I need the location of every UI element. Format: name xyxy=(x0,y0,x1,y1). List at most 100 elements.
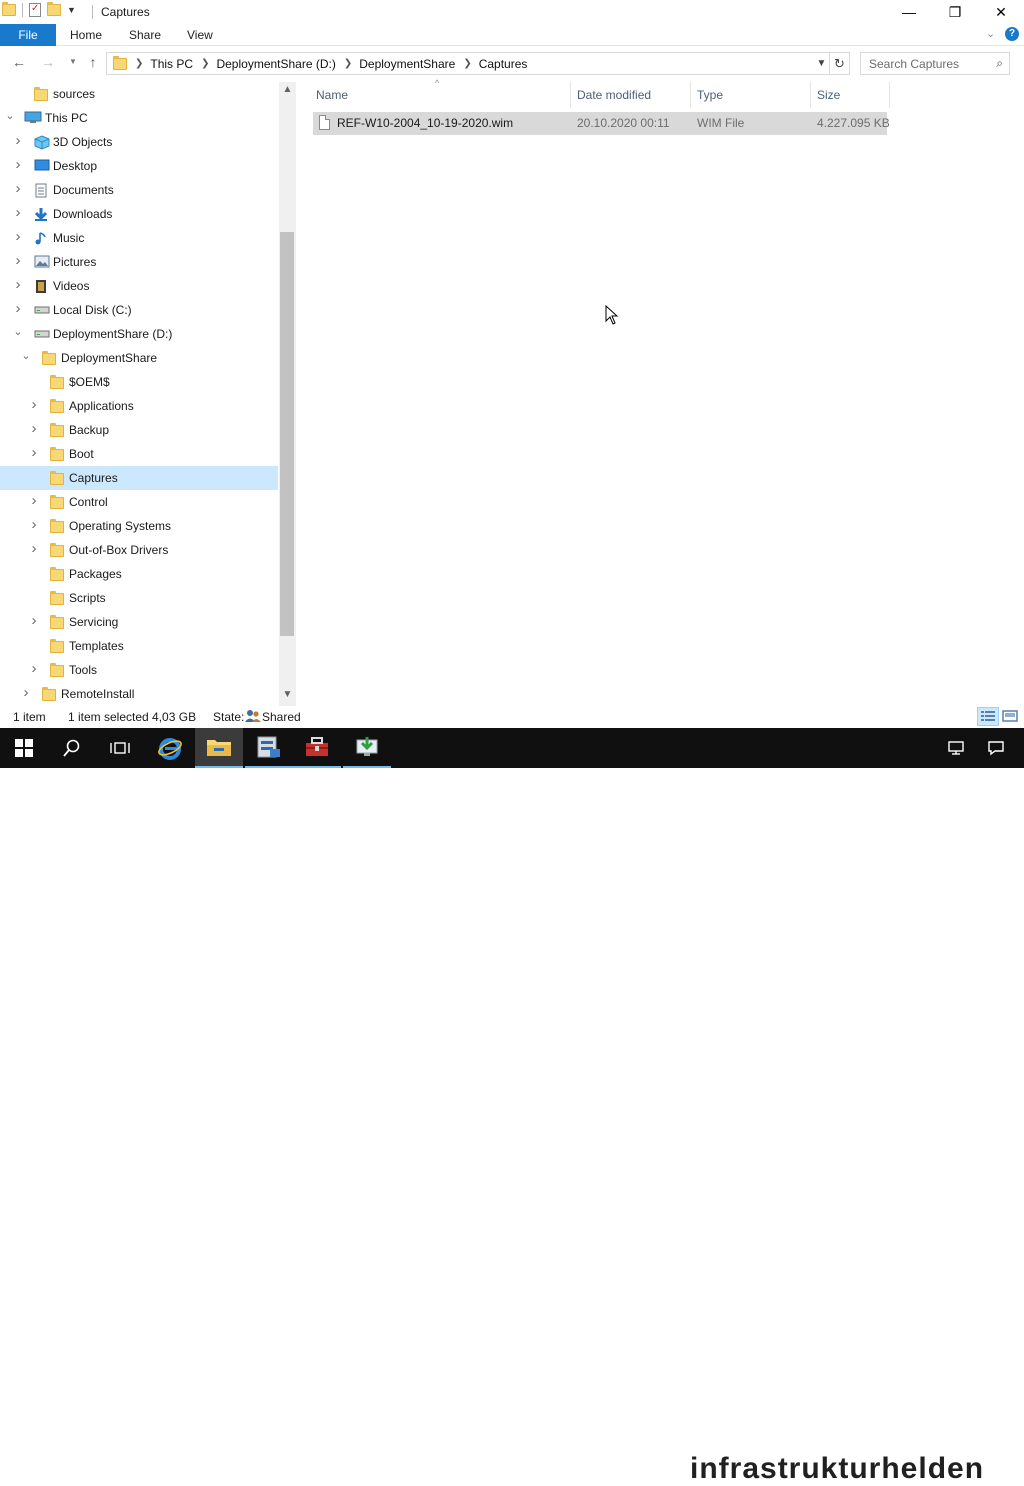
chevron-right-icon[interactable]: › xyxy=(28,660,40,677)
properties-icon[interactable]: ✓ xyxy=(29,3,41,17)
window-title: Captures xyxy=(101,5,150,19)
tab-home[interactable]: Home xyxy=(70,24,102,46)
back-arrow-icon[interactable]: ← xyxy=(9,54,29,72)
action-center-icon[interactable] xyxy=(976,728,1016,768)
column-header-type[interactable]: Type xyxy=(691,82,811,108)
chevron-down-icon[interactable]: ⌄ xyxy=(12,325,24,338)
chevron-right-icon[interactable]: › xyxy=(28,612,40,629)
pc-icon xyxy=(24,111,42,127)
chevron-right-icon[interactable]: › xyxy=(12,180,24,197)
chevron-right-icon[interactable]: › xyxy=(12,300,24,317)
chevron-down-icon[interactable]: ⌄ xyxy=(4,109,16,122)
breadcrumb-this-pc[interactable]: This PC xyxy=(150,57,193,71)
maximize-button[interactable]: ❐ xyxy=(932,0,978,24)
up-arrow-icon[interactable]: ↑ xyxy=(83,54,103,72)
chevron-right-icon[interactable]: › xyxy=(28,516,40,533)
search-icon[interactable]: ⌕ xyxy=(996,56,1003,71)
file-list-pane[interactable] xyxy=(296,80,1024,706)
scroll-down-icon[interactable]: ▼ xyxy=(279,689,296,705)
chevron-down-icon[interactable]: ⌄ xyxy=(20,349,32,362)
chevron-down-icon[interactable]: ⌄ xyxy=(986,27,995,40)
search-icon[interactable] xyxy=(48,728,96,768)
large-icons-view-icon[interactable] xyxy=(999,707,1021,726)
nav-item-deploymentshare[interactable]: ⌄ DeploymentShare xyxy=(0,346,278,370)
nav-item-music[interactable]: › Music xyxy=(0,226,278,250)
navigation-pane: sources ⌄ This PC › 3D Objects › Desktop › Docum… xyxy=(0,82,296,706)
chevron-right-icon[interactable]: › xyxy=(12,156,24,173)
chevron-right-icon[interactable]: › xyxy=(12,276,24,293)
chevron-right-icon[interactable]: › xyxy=(28,396,40,413)
folder-icon xyxy=(2,2,16,16)
nav-item-control[interactable]: › Control xyxy=(0,490,278,514)
breadcrumb-drive[interactable]: DeploymentShare (D:) xyxy=(216,57,335,71)
nav-item-captures[interactable]: Captures xyxy=(0,466,278,490)
file-row[interactable]: REF-W10-2004_10-19-2020.wim 20.10.2020 0… xyxy=(313,112,890,135)
search-input[interactable] xyxy=(861,53,981,74)
new-folder-icon[interactable] xyxy=(47,2,61,16)
nav-item-remoteinstall[interactable]: › RemoteInstall xyxy=(0,682,278,706)
nav-item-this-pc[interactable]: ⌄ This PC xyxy=(0,106,278,130)
scroll-up-icon[interactable]: ▲ xyxy=(279,84,296,100)
close-button[interactable]: ✕ xyxy=(978,0,1024,24)
folder-icon xyxy=(50,591,64,608)
nav-item-scripts[interactable]: Scripts xyxy=(0,586,278,610)
folder-icon xyxy=(50,567,64,584)
address-bar[interactable]: ❯ This PC ❯ DeploymentShare (D:) ❯ Deplo… xyxy=(106,52,830,75)
deployment-workbench-icon[interactable] xyxy=(343,728,391,768)
nav-item-operating-systems[interactable]: › Operating Systems xyxy=(0,514,278,538)
tab-view[interactable]: View xyxy=(187,24,213,46)
breadcrumb-deploymentshare[interactable]: DeploymentShare xyxy=(359,57,455,71)
help-icon[interactable]: ? xyxy=(1005,27,1019,41)
toolbox-icon[interactable] xyxy=(293,728,341,768)
refresh-icon[interactable]: ↻ xyxy=(830,52,850,75)
address-dropdown-icon[interactable]: ▼ xyxy=(813,52,830,75)
details-view-icon[interactable] xyxy=(977,707,999,726)
chevron-right-icon[interactable]: › xyxy=(12,228,24,245)
chevron-right-icon[interactable]: › xyxy=(28,444,40,461)
nav-item-packages[interactable]: Packages xyxy=(0,562,278,586)
column-header-date-modified[interactable]: Date modified xyxy=(571,82,691,108)
nav-item-sources[interactable]: sources xyxy=(0,82,278,106)
nav-item-templates[interactable]: Templates xyxy=(0,634,278,658)
start-icon[interactable] xyxy=(0,728,48,768)
task-view-icon[interactable] xyxy=(96,728,144,768)
tab-share[interactable]: Share xyxy=(129,24,161,46)
chevron-right-icon[interactable]: › xyxy=(12,252,24,269)
column-header-name[interactable]: Name xyxy=(310,82,571,108)
nav-item-out-of-box-drivers[interactable]: › Out-of-Box Drivers xyxy=(0,538,278,562)
nav-item-backup[interactable]: › Backup xyxy=(0,418,278,442)
nav-item-documents[interactable]: › Documents xyxy=(0,178,278,202)
nav-item-servicing[interactable]: › Servicing xyxy=(0,610,278,634)
server-manager-icon[interactable] xyxy=(245,728,293,768)
chevron-right-icon[interactable]: › xyxy=(12,132,24,149)
breadcrumb-captures[interactable]: Captures xyxy=(479,57,528,71)
network-icon[interactable] xyxy=(936,728,976,768)
nav-item-3d-objects[interactable]: › 3D Objects xyxy=(0,130,278,154)
chevron-right-icon[interactable]: › xyxy=(28,420,40,437)
drive-icon xyxy=(34,327,50,341)
nav-item-desktop[interactable]: › Desktop xyxy=(0,154,278,178)
internet-explorer-icon[interactable] xyxy=(146,728,194,768)
minimize-button[interactable]: — xyxy=(886,0,932,24)
nav-item-videos[interactable]: › Videos xyxy=(0,274,278,298)
qat-dropdown-icon[interactable]: ▼ xyxy=(67,5,76,15)
chevron-right-icon[interactable]: › xyxy=(28,492,40,509)
nav-item-pictures[interactable]: › Pictures xyxy=(0,250,278,274)
nav-item-oem[interactable]: $OEM$ xyxy=(0,370,278,394)
tab-file[interactable]: File xyxy=(0,24,56,46)
nav-item-local-disk-c[interactable]: › Local Disk (C:) xyxy=(0,298,278,322)
nav-item-deploymentshare-d[interactable]: ⌄ DeploymentShare (D:) xyxy=(0,322,278,346)
chevron-right-icon[interactable]: › xyxy=(20,684,32,701)
nav-item-applications[interactable]: › Applications xyxy=(0,394,278,418)
nav-item-tools[interactable]: › Tools xyxy=(0,658,278,682)
nav-item-boot[interactable]: › Boot xyxy=(0,442,278,466)
forward-arrow-icon[interactable]: → xyxy=(38,54,58,72)
chevron-right-icon[interactable]: › xyxy=(28,540,40,557)
chevron-right-icon[interactable]: › xyxy=(12,204,24,221)
column-header-size[interactable]: Size xyxy=(811,82,890,108)
nav-item-downloads[interactable]: › Downloads xyxy=(0,202,278,226)
file-explorer-icon[interactable] xyxy=(195,728,243,768)
nav-scroll-thumb[interactable] xyxy=(280,232,294,636)
search-box[interactable]: ⌕ xyxy=(860,52,1010,75)
recent-locations-icon[interactable]: ▼ xyxy=(63,57,83,75)
